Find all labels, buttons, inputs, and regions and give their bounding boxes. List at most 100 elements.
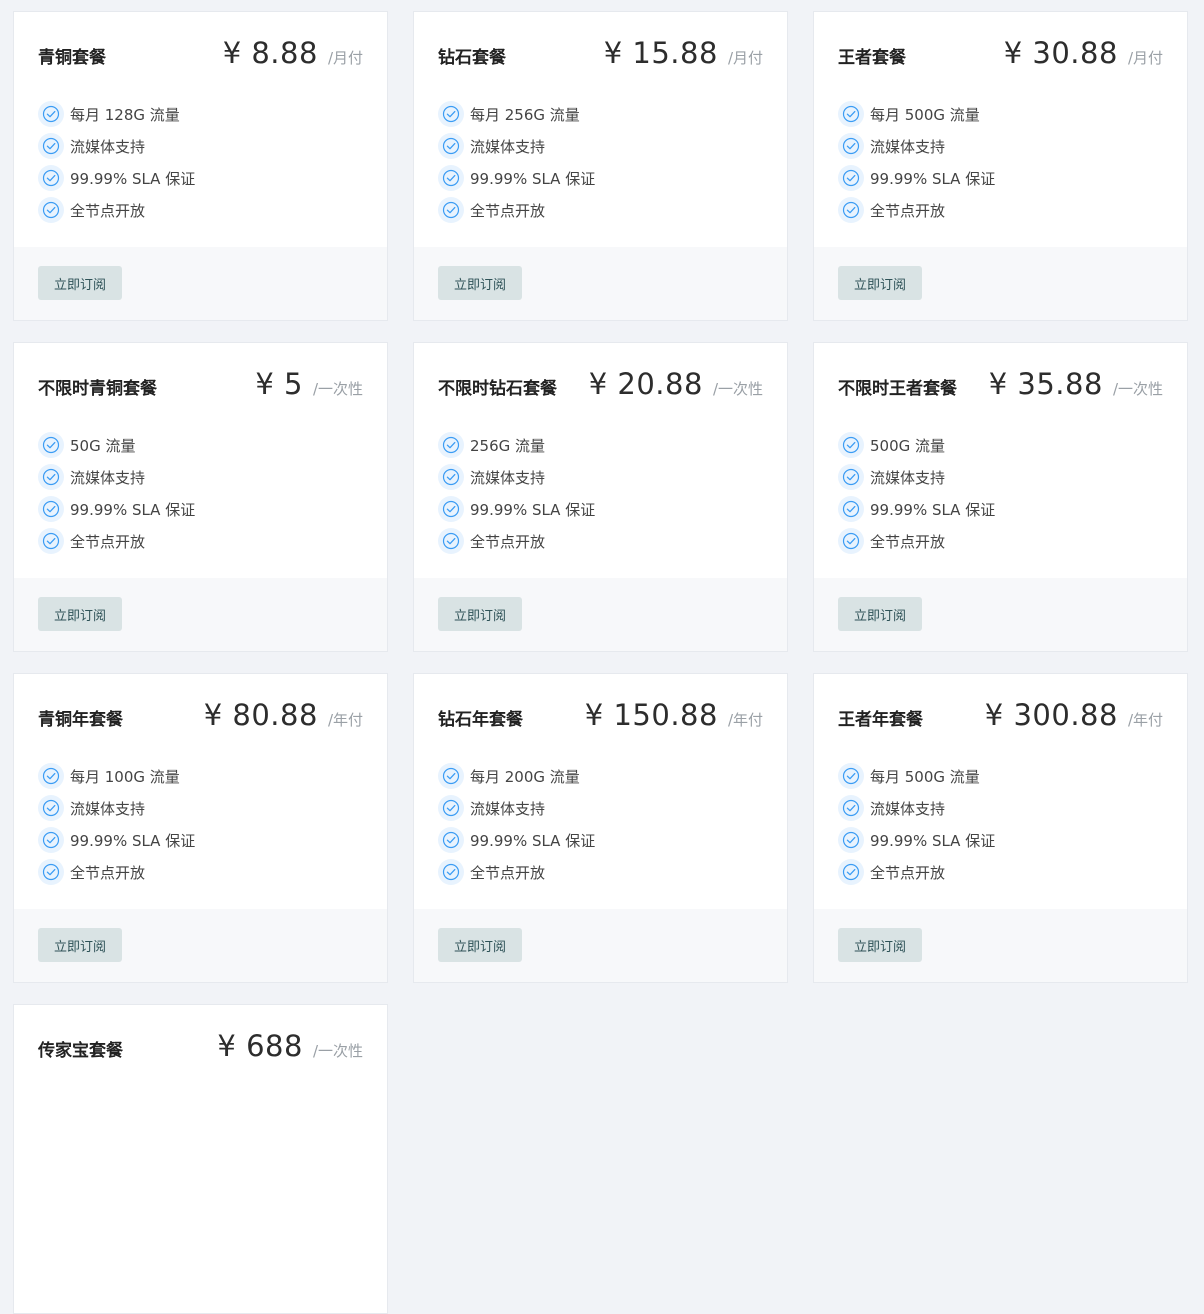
- feature-item: 流媒体支持: [838, 130, 995, 162]
- feature-item: 99.99% SLA 保证: [38, 493, 195, 525]
- subscribe-button[interactable]: 立即订阅: [438, 266, 522, 300]
- billing-period: /一次性: [312, 380, 363, 398]
- plan-card: 不限时王者套餐 ¥ 35.88 /一次性 500G 流量 流媒体支持 99.99…: [813, 342, 1188, 652]
- plan-price: ¥ 30.88: [1003, 36, 1118, 70]
- billing-period: /月付: [1127, 49, 1163, 67]
- feature-text: 流媒体支持: [70, 799, 146, 818]
- plan-card-header: 王者年套餐 ¥ 300.88 /年付 每月 500G 流量 流媒体支持 99.9…: [814, 674, 1187, 909]
- billing-period: /年付: [327, 711, 363, 729]
- feature-item: 流媒体支持: [38, 130, 195, 162]
- feature-text: 流媒体支持: [870, 468, 946, 487]
- check-circle-icon: [438, 528, 464, 554]
- check-circle-icon: [438, 827, 464, 853]
- check-circle-icon: [38, 432, 64, 458]
- plan-card-footer: 立即订阅: [14, 247, 387, 320]
- feature-text: 全节点开放: [70, 863, 146, 882]
- price-block: ¥ 80.88 /年付: [204, 698, 363, 732]
- feature-text: 全节点开放: [870, 532, 946, 551]
- plan-name: 王者年套餐: [838, 710, 923, 730]
- feature-text: 全节点开放: [470, 201, 546, 220]
- check-circle-icon: [438, 133, 464, 159]
- feature-text: 99.99% SLA 保证: [870, 169, 996, 188]
- feature-item: 99.99% SLA 保证: [438, 824, 595, 856]
- plan-card-header: 青铜年套餐 ¥ 80.88 /年付 每月 100G 流量 流媒体支持 99.99…: [14, 674, 387, 909]
- feature-list: 每月 100G 流量 流媒体支持 99.99% SLA 保证 全节点开放: [38, 760, 195, 888]
- plan-price: ¥ 688: [217, 1029, 303, 1063]
- plan-card-footer: 立即订阅: [414, 247, 787, 320]
- feature-item: 50G 流量: [38, 429, 195, 461]
- feature-text: 全节点开放: [870, 201, 946, 220]
- feature-text: 全节点开放: [70, 532, 146, 551]
- plan-card-footer: 立即订阅: [814, 578, 1187, 651]
- check-circle-icon: [438, 464, 464, 490]
- plan-card: 王者年套餐 ¥ 300.88 /年付 每月 500G 流量 流媒体支持 99.9…: [813, 673, 1188, 983]
- check-circle-icon: [838, 133, 864, 159]
- check-circle-icon: [838, 496, 864, 522]
- plan-price: ¥ 80.88: [203, 698, 318, 732]
- feature-item: 流媒体支持: [438, 792, 595, 824]
- feature-list: 每月 200G 流量 流媒体支持 99.99% SLA 保证 全节点开放: [438, 760, 595, 888]
- check-circle-icon: [838, 101, 864, 127]
- plan-price: ¥ 150.88: [584, 698, 718, 732]
- feature-text: 256G 流量: [470, 436, 546, 455]
- feature-item: 每月 256G 流量: [438, 98, 595, 130]
- feature-list: 50G 流量 流媒体支持 99.99% SLA 保证 全节点开放: [38, 429, 195, 557]
- feature-text: 流媒体支持: [470, 137, 546, 156]
- subscribe-button[interactable]: 立即订阅: [438, 928, 522, 962]
- check-circle-icon: [438, 859, 464, 885]
- check-circle-icon: [438, 197, 464, 223]
- price-block: ¥ 15.88 /月付: [604, 36, 763, 70]
- check-circle-icon: [838, 197, 864, 223]
- plan-name: 钻石套餐: [438, 48, 506, 68]
- subscribe-button[interactable]: 立即订阅: [38, 597, 122, 631]
- plan-card: 青铜套餐 ¥ 8.88 /月付 每月 128G 流量 流媒体支持 99.99% …: [13, 11, 388, 321]
- check-circle-icon: [438, 795, 464, 821]
- feature-text: 99.99% SLA 保证: [870, 500, 996, 519]
- feature-item: 99.99% SLA 保证: [838, 162, 995, 194]
- billing-period: /一次性: [312, 1042, 363, 1060]
- plan-name: 不限时钻石套餐: [438, 379, 557, 399]
- feature-item: 全节点开放: [38, 525, 195, 557]
- feature-item: 全节点开放: [438, 194, 595, 226]
- check-circle-icon: [38, 859, 64, 885]
- subscribe-button[interactable]: 立即订阅: [838, 928, 922, 962]
- check-circle-icon: [38, 763, 64, 789]
- billing-period: /月付: [727, 49, 763, 67]
- plan-card-header: 青铜套餐 ¥ 8.88 /月付 每月 128G 流量 流媒体支持 99.99% …: [14, 12, 387, 247]
- subscribe-button[interactable]: 立即订阅: [38, 928, 122, 962]
- feature-item: 流媒体支持: [38, 461, 195, 493]
- plan-card-header: 不限时青铜套餐 ¥ 5 /一次性 50G 流量 流媒体支持 99.99% SLA…: [14, 343, 387, 578]
- subscribe-button[interactable]: 立即订阅: [38, 266, 122, 300]
- feature-list: 500G 流量 流媒体支持 99.99% SLA 保证 全节点开放: [838, 429, 995, 557]
- feature-text: 每月 100G 流量: [70, 767, 180, 786]
- plan-card: 不限时青铜套餐 ¥ 5 /一次性 50G 流量 流媒体支持 99.99% SLA…: [13, 342, 388, 652]
- price-block: ¥ 688 /一次性: [217, 1029, 363, 1063]
- check-circle-icon: [438, 432, 464, 458]
- check-circle-icon: [38, 795, 64, 821]
- billing-period: /年付: [727, 711, 763, 729]
- check-circle-icon: [38, 197, 64, 223]
- feature-text: 每月 128G 流量: [70, 105, 180, 124]
- feature-item: 每月 200G 流量: [438, 760, 595, 792]
- feature-text: 99.99% SLA 保证: [70, 831, 196, 850]
- feature-text: 流媒体支持: [470, 468, 546, 487]
- check-circle-icon: [38, 528, 64, 554]
- feature-item: 99.99% SLA 保证: [38, 824, 195, 856]
- feature-text: 每月 500G 流量: [870, 767, 980, 786]
- feature-text: 99.99% SLA 保证: [70, 500, 196, 519]
- plan-price: ¥ 5: [255, 367, 303, 401]
- price-block: ¥ 30.88 /月付: [1004, 36, 1163, 70]
- feature-item: 流媒体支持: [838, 792, 995, 824]
- subscribe-button[interactable]: 立即订阅: [838, 266, 922, 300]
- feature-item: 全节点开放: [438, 525, 595, 557]
- subscribe-button[interactable]: 立即订阅: [438, 597, 522, 631]
- plan-price: ¥ 300.88: [984, 698, 1118, 732]
- feature-item: 256G 流量: [438, 429, 595, 461]
- check-circle-icon: [38, 165, 64, 191]
- feature-text: 每月 500G 流量: [870, 105, 980, 124]
- plan-card-header: 不限时王者套餐 ¥ 35.88 /一次性 500G 流量 流媒体支持 99.99…: [814, 343, 1187, 578]
- plan-price: ¥ 35.88: [988, 367, 1103, 401]
- feature-item: 每月 128G 流量: [38, 98, 195, 130]
- subscribe-button[interactable]: 立即订阅: [838, 597, 922, 631]
- feature-text: 全节点开放: [470, 532, 546, 551]
